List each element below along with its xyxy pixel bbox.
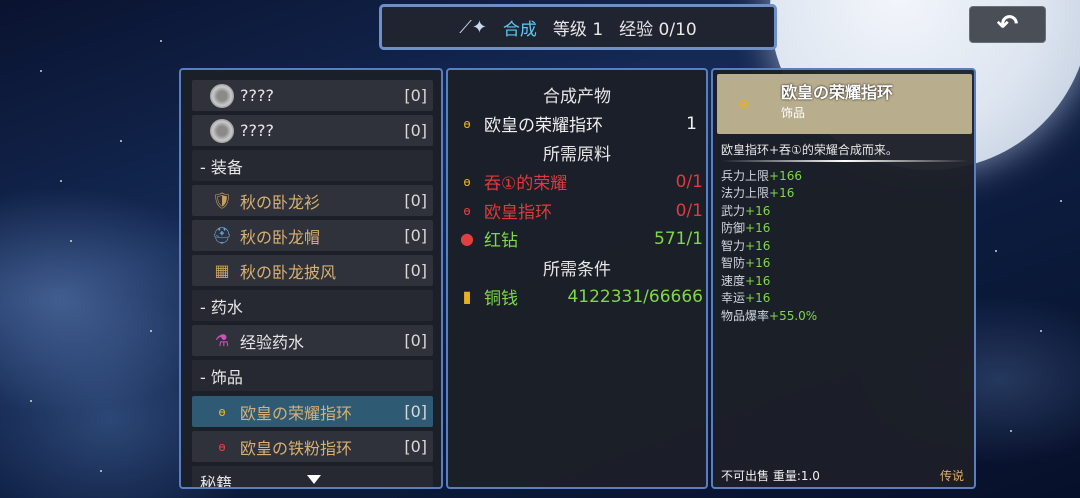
list-item[interactable]: ???? [0] bbox=[192, 115, 433, 146]
product-heading: 合成产物 bbox=[543, 87, 611, 107]
material-qty: 0/1 bbox=[675, 171, 703, 192]
list-item[interactable]: ???? [0] bbox=[192, 80, 433, 111]
material-row[interactable]: ɵ 吞①的荣耀 0/1 bbox=[458, 169, 703, 195]
conditions-heading: 所需条件 bbox=[543, 260, 611, 280]
ring-icon: ɵ bbox=[463, 174, 471, 189]
list-item[interactable]: ⛑ 秋の卧龙帽 [0] bbox=[192, 220, 433, 251]
list-item-count: [0] bbox=[404, 121, 427, 140]
scroll-down-icon[interactable] bbox=[307, 475, 321, 484]
back-arrow-icon: ↶ bbox=[996, 9, 1019, 40]
list-item[interactable]: ▦ 秋の卧龙披风 [0] bbox=[192, 255, 433, 286]
list-item-label: 经验药水 bbox=[240, 332, 305, 352]
condition-name: 铜钱 bbox=[484, 289, 518, 309]
product-row[interactable]: ɵ 欧皇の荣耀指环 1 bbox=[458, 111, 703, 137]
item-header: ɵ 欧皇の荣耀指环 饰品 bbox=[717, 74, 972, 134]
material-qty: 571/1 bbox=[654, 228, 703, 249]
list-item-label: 欧皇の荣耀指环 bbox=[240, 403, 353, 423]
coin-icon bbox=[210, 118, 234, 143]
condition-row: ▮ 铜钱 4122331/66666 bbox=[458, 284, 703, 310]
stat-row: 武力+16 bbox=[721, 204, 771, 218]
list-item-label: 欧皇の铁粉指环 bbox=[240, 438, 353, 458]
stat-row: 物品爆率+55.0% bbox=[721, 309, 818, 323]
materials-heading: 所需原料 bbox=[543, 145, 611, 165]
ring-icon: ɵ bbox=[218, 439, 226, 454]
item-description: 欧皇指环+吞①的荣耀合成而来。 bbox=[721, 143, 898, 157]
ring-icon: ɵ bbox=[739, 94, 749, 113]
material-name: 红钻 bbox=[484, 231, 518, 251]
item-type: 饰品 bbox=[781, 106, 806, 120]
list-item-count: [0] bbox=[404, 331, 427, 350]
stat-row: 智力+16 bbox=[721, 239, 771, 253]
item-rarity: 传说 bbox=[939, 469, 964, 483]
material-row[interactable]: ● 红钻 571/1 bbox=[458, 226, 703, 252]
cloak-icon: ▦ bbox=[214, 261, 230, 280]
list-item-count: [0] bbox=[404, 226, 427, 245]
category-equipment[interactable]: - 装备 bbox=[192, 150, 433, 181]
red-gem-icon: ● bbox=[460, 229, 474, 248]
exp-text: 经验 0/10 bbox=[619, 19, 697, 40]
divider bbox=[721, 160, 969, 162]
material-qty: 0/1 bbox=[675, 200, 703, 221]
list-item-count: [0] bbox=[404, 402, 427, 421]
ring-icon: ɵ bbox=[218, 404, 226, 419]
list-item-label: ???? bbox=[240, 86, 274, 105]
list-item-label: ???? bbox=[240, 121, 274, 140]
stat-row: 防御+16 bbox=[721, 221, 771, 235]
product-qty: 1 bbox=[686, 113, 697, 134]
list-item-count: [0] bbox=[404, 437, 427, 456]
stat-row: 法力上限+16 bbox=[721, 186, 795, 200]
stat-row: 智防+16 bbox=[721, 256, 771, 270]
stat-row: 幸运+16 bbox=[721, 291, 771, 305]
category-accessory[interactable]: - 饰品 bbox=[192, 360, 433, 391]
list-item-label: 秋の卧龙帽 bbox=[240, 227, 321, 247]
helmet-icon: ⛑ bbox=[211, 226, 233, 245]
level-text: 等级 1 bbox=[552, 19, 604, 40]
product-name: 欧皇の荣耀指环 bbox=[484, 116, 603, 136]
material-name: 吞①的荣耀 bbox=[484, 174, 568, 194]
material-name: 欧皇指环 bbox=[484, 203, 552, 223]
back-button[interactable]: ↶ bbox=[969, 6, 1046, 43]
list-item[interactable]: ⚗ 经验药水 [0] bbox=[192, 325, 433, 356]
list-item-count: [0] bbox=[404, 86, 427, 105]
material-row[interactable]: ɵ 欧皇指环 0/1 bbox=[458, 198, 703, 224]
list-item-label: 秋の卧龙披风 bbox=[240, 262, 337, 282]
list-item-count: [0] bbox=[404, 191, 427, 210]
category-label: - 装备 bbox=[200, 157, 243, 177]
craft-title: 合成 bbox=[502, 19, 537, 40]
potion-icon: ⚗ bbox=[214, 331, 230, 350]
list-item-count: [0] bbox=[404, 261, 427, 280]
list-item[interactable]: 🛡 秋の卧龙衫 [0] bbox=[192, 185, 433, 216]
list-item-selected[interactable]: ɵ 欧皇の荣耀指环 [0] bbox=[192, 396, 433, 427]
category-potion[interactable]: - 药水 bbox=[192, 290, 433, 321]
stat-row: 速度+16 bbox=[721, 274, 771, 288]
item-name: 欧皇の荣耀指环 bbox=[781, 83, 894, 102]
coin-icon bbox=[210, 83, 234, 108]
ring-icon: ɵ bbox=[463, 116, 471, 131]
list-item[interactable]: ɵ 欧皇の铁粉指环 [0] bbox=[192, 431, 433, 462]
item-info-panel: ɵ 欧皇の荣耀指环 饰品 欧皇指环+吞①的荣耀合成而来。 兵力上限+166 法力… bbox=[711, 68, 976, 489]
recipe-list-panel[interactable]: ???? [0] ???? [0] - 装备 🛡 秋の卧龙衫 [0] ⛑ 秋の卧… bbox=[179, 68, 443, 489]
header-bar: ⟋✦ 合成 等级 1 经验 0/10 bbox=[379, 4, 777, 50]
armor-icon: 🛡 bbox=[211, 191, 233, 210]
wand-icon: ⟋✦ bbox=[459, 16, 487, 38]
condition-qty: 4122331/66666 bbox=[567, 286, 703, 307]
stat-row: 兵力上限+166 bbox=[721, 169, 802, 183]
list-item-label: 秋の卧龙衫 bbox=[240, 192, 321, 212]
coin-stack-icon: ▮ bbox=[462, 287, 472, 306]
item-footer: 不可出售 重量:1.0 bbox=[721, 469, 820, 483]
recipe-detail-panel: 合成产物 ɵ 欧皇の荣耀指环 1 所需原料 ɵ 吞①的荣耀 0/1 ɵ 欧皇指环… bbox=[446, 68, 708, 489]
ring-icon: ɵ bbox=[463, 203, 471, 218]
category-label: - 药水 bbox=[200, 297, 243, 317]
category-label: - 饰品 bbox=[200, 367, 243, 387]
